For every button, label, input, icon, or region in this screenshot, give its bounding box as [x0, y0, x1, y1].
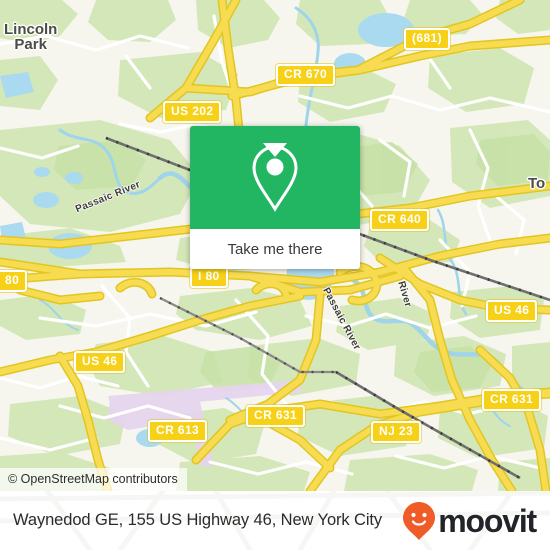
popup-pointer-tail — [263, 143, 287, 157]
moovit-wordmark: moovit — [438, 502, 537, 539]
location-title: Waynedod GE, 155 US Highway 46, New York… — [13, 511, 383, 529]
moovit-pin-smiley-icon — [403, 501, 436, 540]
popup-action-bar[interactable]: Take me there — [190, 229, 360, 269]
route-shield-cr-631-east[interactable]: CR 631 — [482, 389, 542, 411]
take-me-there-label: Take me there — [227, 240, 323, 258]
route-shield-681[interactable]: (681) — [404, 28, 451, 50]
moovit-logo[interactable]: moovit — [402, 501, 537, 541]
route-shield-cr-670[interactable]: CR 670 — [276, 64, 336, 86]
route-shield-nj-23[interactable]: NJ 23 — [371, 421, 422, 443]
map-canvas[interactable]: Lincoln Park To Passaic River Passaic Ri… — [0, 0, 550, 491]
osm-attribution[interactable]: © OpenStreetMap contributors — [0, 468, 187, 491]
route-shield-cr-631-west[interactable]: CR 631 — [246, 405, 306, 427]
route-shield-us-46-west[interactable]: US 46 — [74, 351, 126, 373]
route-shield-i-80[interactable]: I 80 — [190, 266, 228, 288]
route-shield-us-202[interactable]: US 202 — [163, 101, 222, 123]
footer-bar: Waynedod GE, 155 US Highway 46, New York… — [0, 491, 550, 550]
map-screenshot: Lincoln Park To Passaic River Passaic Ri… — [0, 0, 550, 550]
route-shield-cr-613[interactable]: CR 613 — [148, 420, 208, 442]
route-shield-cr-640[interactable]: CR 640 — [370, 209, 430, 231]
route-shield-80[interactable]: 80 — [0, 270, 28, 292]
popup-header — [190, 126, 360, 229]
route-shield-us-46-east[interactable]: US 46 — [486, 300, 538, 322]
